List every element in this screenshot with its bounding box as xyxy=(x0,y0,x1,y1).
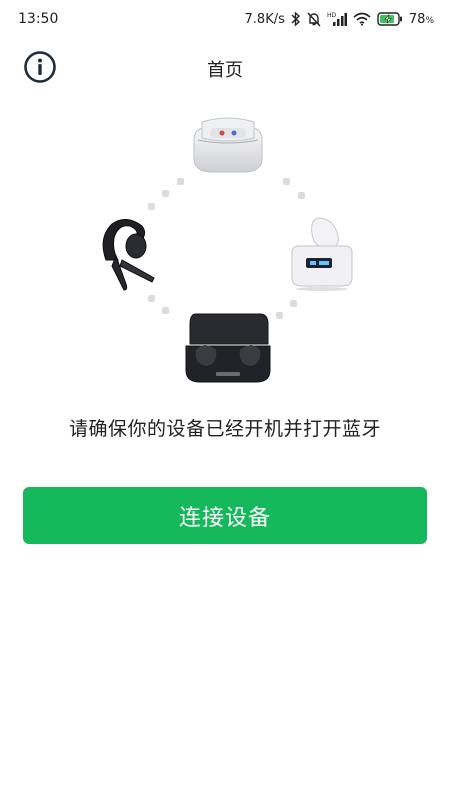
ring-dot xyxy=(290,300,297,307)
status-icons: 7.8K/s HD 78% xyxy=(245,9,434,29)
ring-dot xyxy=(148,203,155,210)
single-ear-headset-left[interactable] xyxy=(96,216,158,292)
earbuds-case-black-bottom[interactable] xyxy=(182,310,274,388)
ring-dot xyxy=(283,178,290,185)
status-time: 13:50 xyxy=(18,11,59,27)
page-title: 首页 xyxy=(207,60,243,81)
net-speed: 7.8K/s xyxy=(244,11,285,27)
ring-dot xyxy=(162,190,169,197)
mute-icon xyxy=(307,11,321,27)
wifi-icon xyxy=(353,12,371,26)
battery-charging-icon xyxy=(377,12,403,26)
earbud-case-white-right[interactable] xyxy=(288,214,356,292)
charging-case-white-top[interactable] xyxy=(188,116,268,178)
app-header: 首页 xyxy=(0,44,450,90)
ring-dot xyxy=(298,192,305,199)
connect-device-button[interactable]: 连接设备 xyxy=(23,487,427,544)
ring-dot xyxy=(177,178,184,185)
ring-dot xyxy=(148,295,155,302)
ring-dot xyxy=(276,312,283,319)
svg-text:HD: HD xyxy=(327,12,337,19)
hd-signal-icon: HD xyxy=(327,11,347,27)
battery-percent: 78% xyxy=(408,11,434,27)
instruction-text: 请确保你的设备已经开机并打开蓝牙 xyxy=(68,418,381,440)
product-carousel xyxy=(90,110,370,390)
status-bar: 13:50 7.8K/s HD 78% xyxy=(0,0,450,40)
bluetooth-icon xyxy=(291,11,301,27)
ring-dot xyxy=(162,307,169,314)
